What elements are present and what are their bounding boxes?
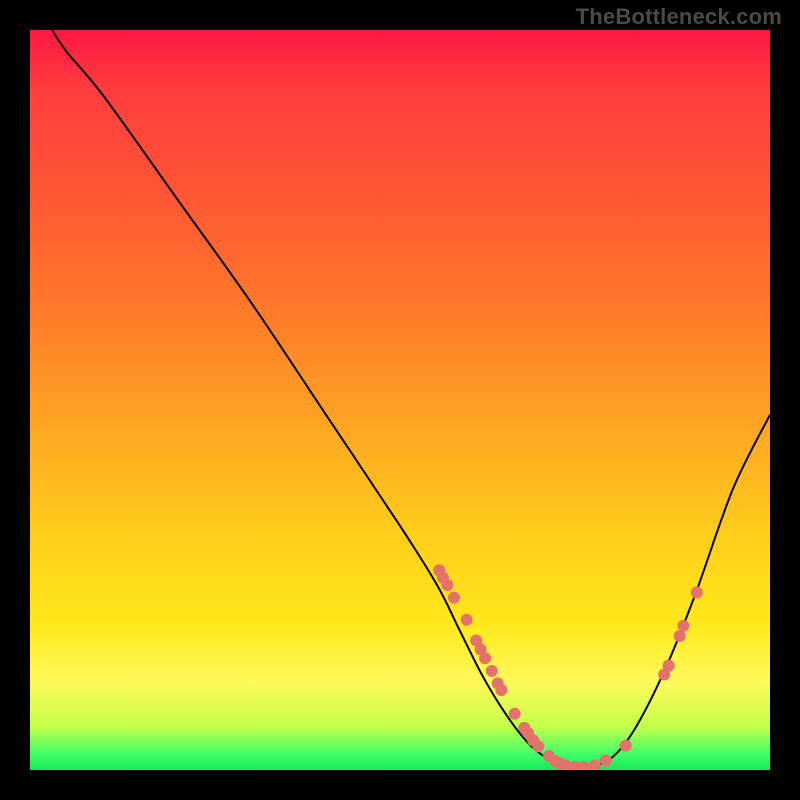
curve-marker [589, 760, 601, 770]
curve-marker [691, 586, 703, 598]
curve-marker [441, 579, 453, 591]
curve-marker [532, 740, 544, 752]
curve-markers [433, 564, 703, 770]
chart-stage: TheBottleneck.com [0, 0, 800, 800]
curve-marker [677, 620, 689, 632]
watermark-label: TheBottleneck.com [576, 4, 782, 30]
curve-marker [674, 630, 686, 642]
curve-marker [600, 754, 612, 766]
curve-marker [620, 740, 632, 752]
curve-marker [479, 652, 491, 664]
curve-marker [663, 660, 675, 672]
curve-layer [30, 30, 770, 770]
curve-marker [495, 684, 507, 696]
curve-marker [448, 592, 460, 604]
curve-marker [578, 761, 590, 770]
curve-marker [461, 614, 473, 626]
bottleneck-curve [52, 30, 770, 767]
curve-marker [509, 708, 521, 720]
plot-area [30, 30, 770, 770]
curve-marker [486, 665, 498, 677]
